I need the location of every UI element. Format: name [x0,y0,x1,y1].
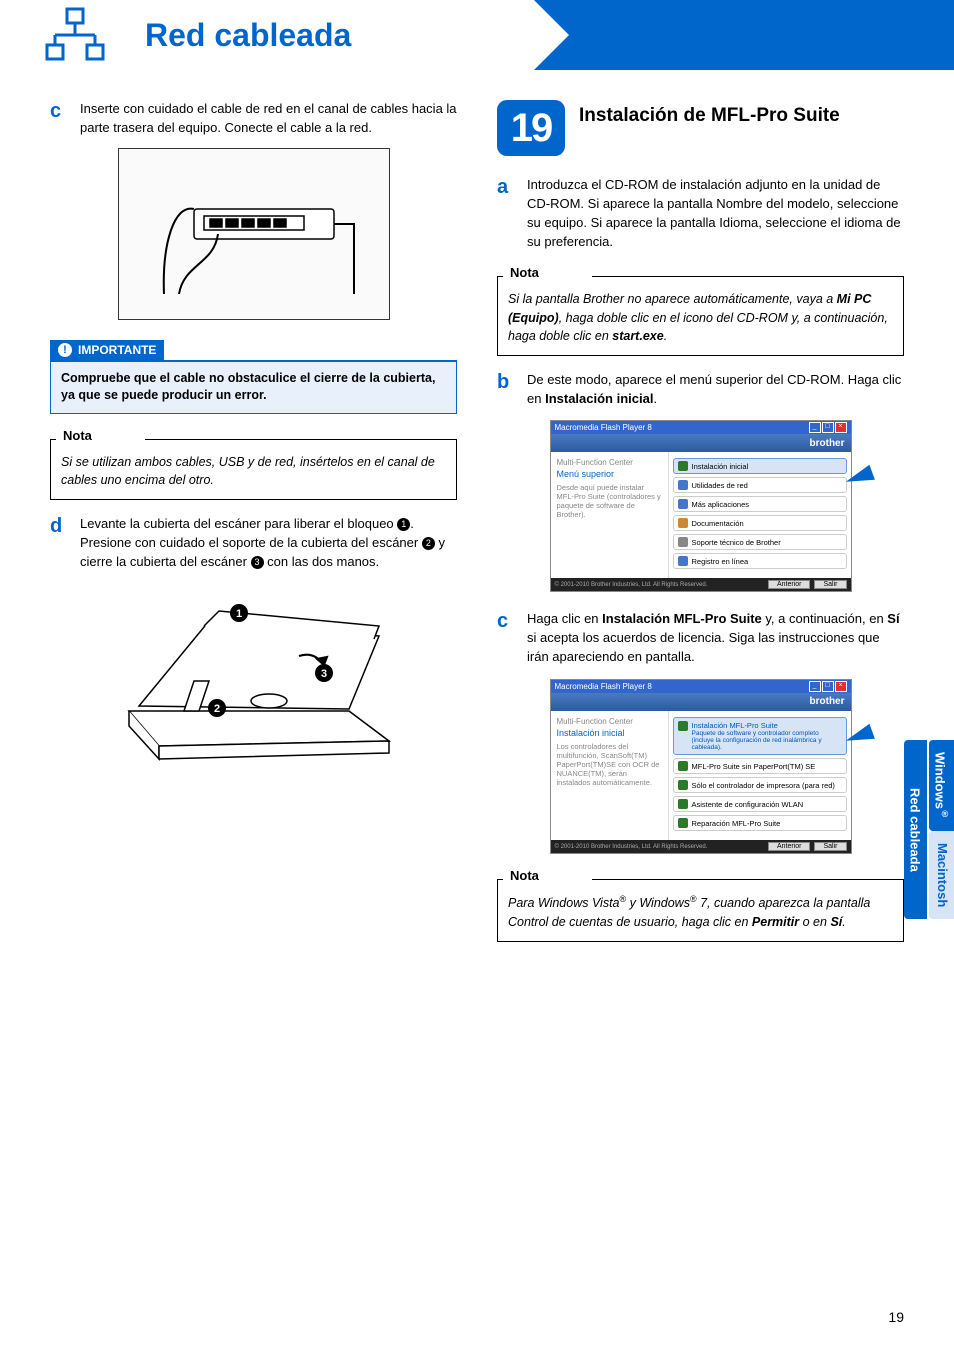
header-left: Red cableada [0,0,560,70]
step-c: c Inserte con cuidado el cable de red en… [50,100,457,138]
side-tabs: Red cableada Windows® Macintosh [904,740,954,919]
menu-item[interactable]: Más aplicaciones [673,496,847,512]
window-controls: _□× [809,681,847,692]
step-a: a Introduzca el CD-ROM de instalación ad… [497,176,904,251]
menu-item[interactable]: Instalación inicial [673,458,847,474]
page-header: Red cableada Windows® [0,0,954,70]
installer-footer: © 2001-2010 Brother Industries, Ltd. All… [551,578,851,591]
step-letter: a [497,176,527,251]
svg-text:1: 1 [235,608,241,620]
exit-button[interactable]: Salir [814,842,846,851]
side-tab-red-cableada[interactable]: Red cableada [904,740,927,919]
note-callout-1: Nota Si se utilizan ambos cables, USB y … [50,439,457,500]
prev-button[interactable]: Anterior [768,580,811,589]
svg-text:2: 2 [213,703,219,715]
window-titlebar: Macromedia Flash Player 8 _□× [551,421,851,434]
side-tab-macintosh[interactable]: Macintosh [929,831,954,919]
note-body: Para Windows Vista® y Windows® 7, cuando… [497,879,904,941]
header-chevron-icon [534,0,569,70]
menu-item[interactable]: Registro en línea [673,553,847,569]
installer-footer: © 2001-2010 Brother Industries, Ltd. All… [551,840,851,853]
right-column: 19 Instalación de MFL-Pro Suite a Introd… [497,100,904,957]
step-number-badge: 19 [497,100,565,156]
step-text: De este modo, aparece el menú superior d… [527,371,904,409]
exit-button[interactable]: Salir [814,580,846,589]
important-callout: ! IMPORTANTE Compruebe que el cable no o… [50,340,457,414]
router-cable-illustration [118,148,390,320]
menu-item[interactable]: Utilidades de red [673,477,847,493]
installer-menu-list: Instalación MFL-Pro Suite Paquete de sof… [669,711,851,840]
callout-marker-2: 2 [422,537,435,550]
step-text: Introduzca el CD-ROM de instalación adju… [527,176,904,251]
menu-item[interactable]: Asistente de configuración WLAN [673,796,847,812]
menu-item[interactable]: Soporte técnico de Brother [673,534,847,550]
note-body: Si se utilizan ambos cables, USB y de re… [50,439,457,500]
installer-screenshot-2: Macromedia Flash Player 8 _□× brother Mu… [550,679,852,854]
installer-side-panel: Multi-Function Center Instalación inicia… [551,711,669,840]
step-letter: c [497,610,527,667]
brand-toolbar: brother [551,434,851,452]
step-letter: b [497,371,527,409]
menu-item[interactable]: Reparación MFL-Pro Suite [673,815,847,831]
step-text: Levante la cubierta del escáner para lib… [80,515,457,572]
callout-marker-3: 3 [251,556,264,569]
scanner-cover-illustration: 1 2 3 [99,581,409,771]
menu-item[interactable]: Sólo el controlador de impresora (para r… [673,777,847,793]
note-callout-2: Nota Si la pantalla Brother no aparece a… [497,276,904,355]
window-controls: _□× [809,422,847,433]
installer-side-panel: Multi-Function Center Menú superior Desd… [551,452,669,578]
brand-toolbar: brother [551,693,851,711]
window-titlebar: Macromedia Flash Player 8 _□× [551,680,851,693]
prev-button[interactable]: Anterior [768,842,811,851]
side-tab-windows[interactable]: Windows® [929,740,954,831]
step-c-right: c Haga clic en Instalación MFL-Pro Suite… [497,610,904,667]
note-callout-3: Nota Para Windows Vista® y Windows® 7, c… [497,879,904,941]
step-text: Haga clic en Instalación MFL-Pro Suite y… [527,610,904,667]
step-letter: d [50,515,80,572]
exclamation-icon: ! [58,343,72,357]
installer-menu-list: Instalación inicial Utilidades de red Má… [669,452,851,578]
installer-screenshot-1: Macromedia Flash Player 8 _□× brother Mu… [550,420,852,592]
menu-item[interactable]: Instalación MFL-Pro Suite Paquete de sof… [673,717,847,755]
step-b: b De este modo, aparece el menú superior… [497,371,904,409]
menu-item[interactable]: Documentación [673,515,847,531]
svg-text:3: 3 [320,668,326,680]
step-text: Inserte con cuidado el cable de red en e… [80,100,457,138]
left-column: c Inserte con cuidado el cable de red en… [50,100,457,957]
header-section-title: Red cableada [145,17,351,54]
callout-marker-1: 1 [397,518,410,531]
menu-item[interactable]: MFL-Pro Suite sin PaperPort(TM) SE [673,758,847,774]
step-d: d Levante la cubierta del escáner para l… [50,515,457,572]
numbered-step-19: 19 Instalación de MFL-Pro Suite [497,100,904,156]
page-number: 19 [888,1309,904,1325]
note-body: Si la pantalla Brother no aparece automá… [497,276,904,355]
step-letter: c [50,100,80,138]
important-header: ! IMPORTANTE [50,340,164,360]
important-body: Compruebe que el cable no obstaculice el… [50,360,457,414]
wired-network-icon [45,5,105,65]
step-title: Instalación de MFL-Pro Suite [579,100,840,128]
